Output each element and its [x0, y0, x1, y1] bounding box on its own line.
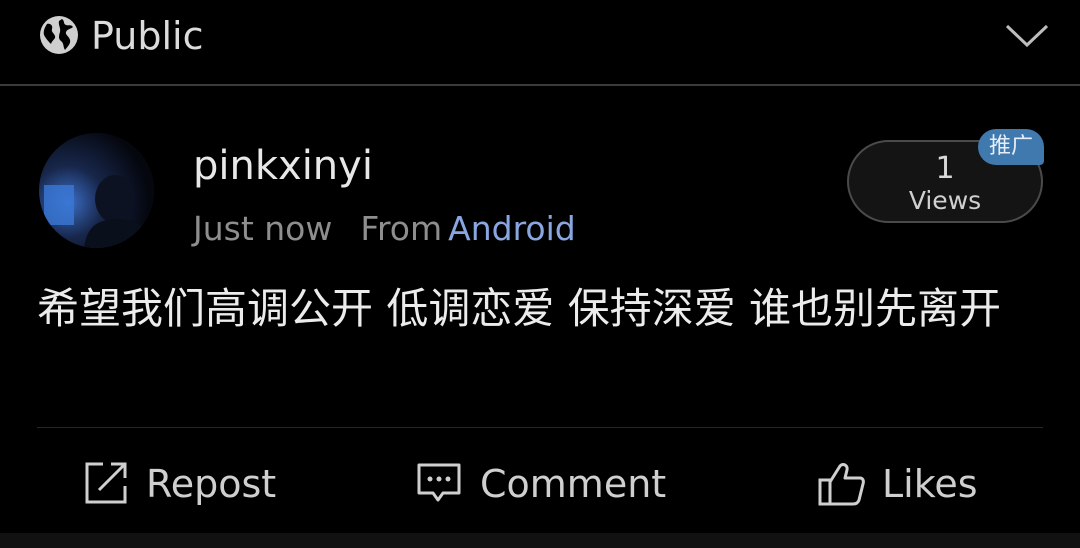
- thumbs-up-icon: [818, 463, 865, 506]
- views-label: Views: [908, 186, 982, 215]
- repost-label: Repost: [146, 462, 277, 506]
- from-label: From: [360, 209, 443, 248]
- avatar[interactable]: [39, 133, 154, 248]
- promote-badge[interactable]: 推广: [978, 129, 1044, 165]
- visibility-label: Public: [91, 14, 204, 58]
- repost-icon: [85, 462, 127, 504]
- author-name[interactable]: pinkxinyi: [193, 142, 373, 190]
- comment-label: Comment: [480, 462, 667, 506]
- post-text: 希望我们高调公开 低调恋爱 保持深爱 谁也别先离开: [37, 284, 1002, 333]
- post-time: Just now: [193, 209, 333, 248]
- post-source[interactable]: Android: [448, 209, 576, 248]
- globe-icon: [40, 16, 78, 54]
- comment-icon: [417, 463, 461, 502]
- visibility-bar[interactable]: Public: [0, 0, 1080, 86]
- likes-label: Likes: [882, 462, 978, 506]
- divider: [37, 427, 1043, 428]
- chevron-down-icon[interactable]: [1004, 20, 1050, 50]
- avatar-image: [39, 133, 154, 248]
- bottom-strip: [0, 533, 1080, 548]
- post-meta: Just now From Android: [193, 207, 576, 251]
